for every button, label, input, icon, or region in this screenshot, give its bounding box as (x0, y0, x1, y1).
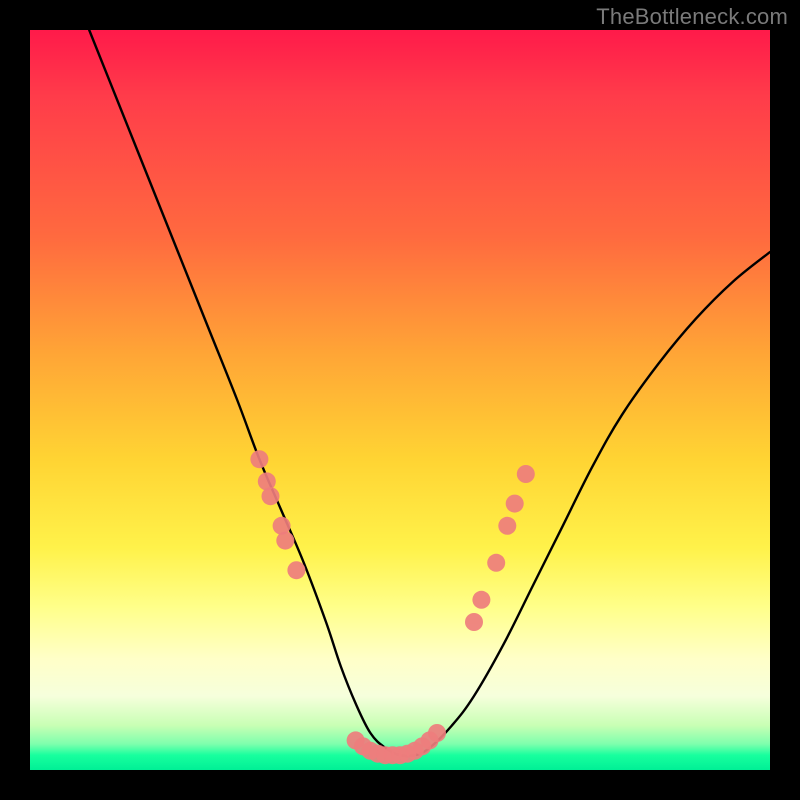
highlight-dot (276, 532, 294, 550)
highlight-dot (487, 554, 505, 572)
highlight-dot (465, 613, 483, 631)
highlight-dot (506, 495, 524, 513)
bottleneck-curve-path (89, 30, 770, 756)
highlight-dot (287, 561, 305, 579)
plot-area (30, 30, 770, 770)
highlight-dot (250, 450, 268, 468)
highlight-dot (262, 487, 280, 505)
highlight-dots-group (250, 450, 534, 764)
highlight-dot (472, 591, 490, 609)
chart-frame: TheBottleneck.com (0, 0, 800, 800)
highlight-dot (498, 517, 516, 535)
chart-svg (30, 30, 770, 770)
highlight-dot (428, 724, 446, 742)
watermark-text: TheBottleneck.com (596, 4, 788, 30)
highlight-dot (517, 465, 535, 483)
